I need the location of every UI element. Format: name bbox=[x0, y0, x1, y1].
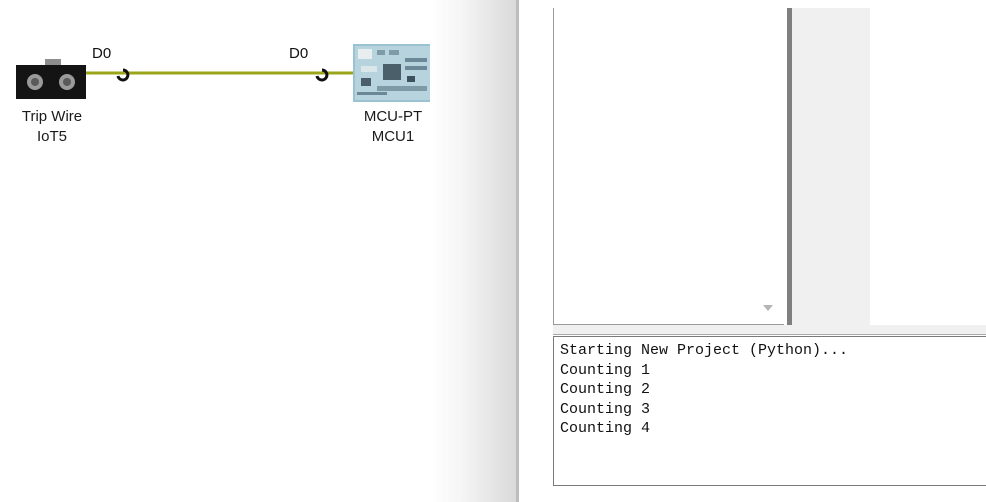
console-line: Counting 1 bbox=[560, 361, 651, 379]
trip-wire-sensor-icon[interactable] bbox=[15, 57, 87, 101]
device-label-mcu: MCU-PT MCU1 bbox=[343, 107, 443, 147]
console-output[interactable]: Starting New Project (Python)... Countin… bbox=[553, 336, 986, 486]
console-line: Starting New Project (Python)... bbox=[560, 342, 849, 359]
device-id: MCU1 bbox=[371, 128, 415, 145]
panel-shadow bbox=[430, 0, 516, 502]
console-line: Counting 3 bbox=[560, 400, 651, 418]
logical-workspace[interactable]: D0 D0 Trip Wire IoT5 MCU-PT MCU1 bbox=[0, 0, 470, 502]
side-panel bbox=[792, 8, 870, 325]
console-line: Counting 4 bbox=[560, 420, 651, 437]
scroll-down-arrow-icon[interactable] bbox=[763, 305, 773, 311]
device-name: Trip Wire bbox=[21, 108, 83, 125]
horizontal-splitter[interactable] bbox=[553, 325, 986, 335]
console-line: Counting 2 bbox=[560, 381, 651, 398]
port-label-iot5: D0 bbox=[92, 45, 112, 62]
device-name: MCU-PT bbox=[363, 108, 423, 125]
device-label-trip-wire: Trip Wire IoT5 bbox=[2, 107, 102, 147]
device-id: IoT5 bbox=[36, 128, 67, 145]
port-label-mcu1: D0 bbox=[289, 45, 309, 62]
mcu-board-icon[interactable] bbox=[353, 44, 433, 102]
code-editor[interactable] bbox=[553, 8, 784, 325]
